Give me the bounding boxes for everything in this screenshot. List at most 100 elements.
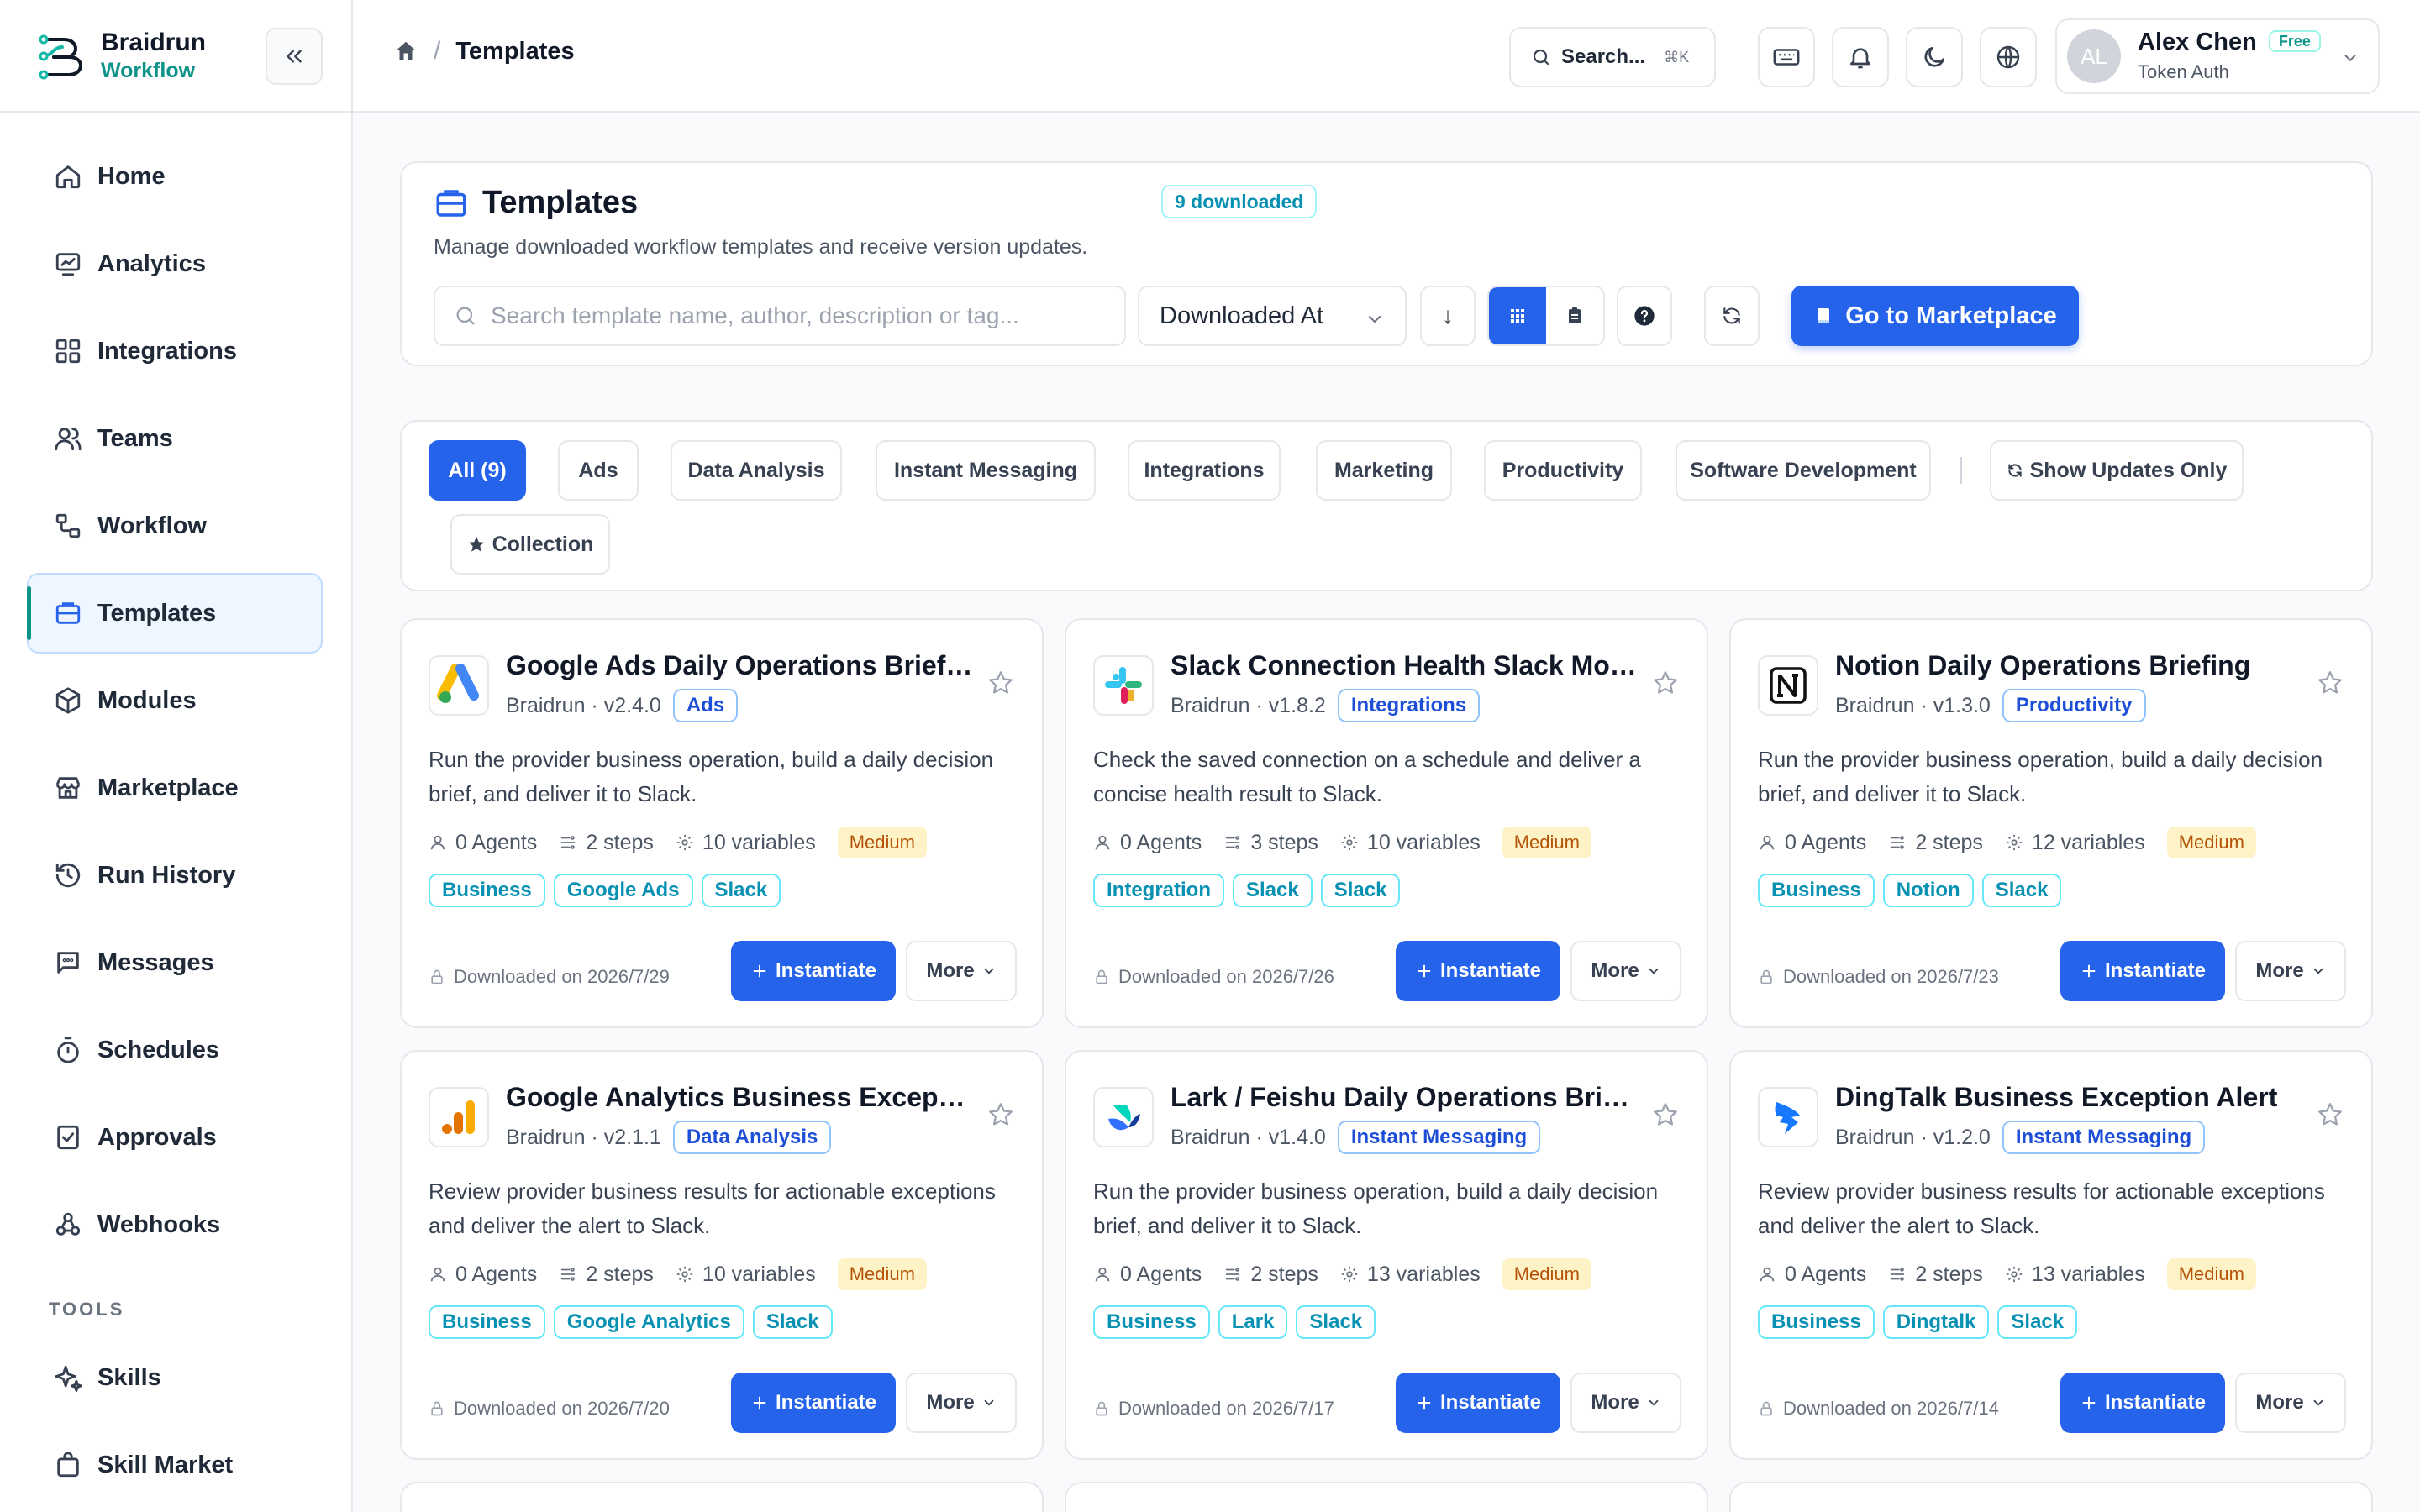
star-icon[interactable] [1651, 1100, 1680, 1129]
star-icon[interactable] [2316, 1100, 2344, 1129]
template-title[interactable]: Google Analytics Business Exception Aler… [506, 1082, 973, 1113]
plan-badge: Free [2268, 29, 2321, 52]
show-updates-only-toggle[interactable]: Show Updates Only [1990, 440, 2244, 501]
sort-direction-button[interactable]: ↓ [1420, 286, 1476, 346]
notifications-button[interactable] [1832, 27, 1889, 87]
template-card[interactable]: Google Ads Daily Operations Briefing Bra… [400, 618, 1044, 1028]
theme-toggle-button[interactable] [1906, 27, 1963, 87]
sidebar-item-home[interactable]: Home [27, 136, 323, 217]
steps-count: 2 steps [1250, 1262, 1318, 1286]
sidebar-item-integrations[interactable]: Integrations [27, 311, 323, 391]
global-search-button[interactable]: Search... ⌘K [1509, 27, 1716, 87]
instantiate-button[interactable]: Instantiate [1396, 1373, 1560, 1433]
collapse-sidebar-button[interactable] [266, 28, 323, 85]
sidebar-item-templates[interactable]: Templates [27, 573, 323, 654]
list-view-button[interactable] [1546, 287, 1603, 344]
keyboard-shortcuts-button[interactable] [1758, 27, 1815, 87]
moon-icon [1924, 47, 1944, 67]
template-tag: Integration [1093, 874, 1224, 907]
go-to-marketplace-button[interactable]: Go to Marketplace [1791, 286, 2079, 346]
instantiate-button[interactable]: Instantiate [1396, 941, 1560, 1001]
template-title[interactable]: DingTalk Business Exception Alert [1835, 1082, 2302, 1113]
template-card-partial[interactable] [1065, 1482, 1708, 1512]
template-card[interactable]: DingTalk Business Exception Alert Braidr… [1729, 1050, 2373, 1460]
more-button[interactable]: More [906, 1373, 1017, 1433]
template-version: v1.2.0 [1933, 1125, 1991, 1149]
collection-toggle[interactable]: Collection [450, 514, 610, 575]
sidebar-item-schedules[interactable]: Schedules [27, 1010, 323, 1090]
filter-chip-marketing[interactable]: Marketing [1316, 440, 1452, 501]
star-icon[interactable] [986, 669, 1015, 697]
more-button[interactable]: More [1570, 941, 1681, 1001]
dingtalk-logo-icon [1775, 1102, 1800, 1134]
sidebar-item-webhooks[interactable]: Webhooks [27, 1184, 323, 1265]
language-button[interactable] [1980, 27, 2037, 87]
instantiate-label: Instantiate [1439, 1391, 1542, 1414]
filter-chip-productivity[interactable]: Productivity [1484, 440, 1642, 501]
sidebar-item-analytics[interactable]: Analytics [27, 223, 323, 304]
filter-chip-software-development[interactable]: Software Development [1676, 440, 1931, 501]
more-button[interactable]: More [1570, 1373, 1681, 1433]
brand-name: Braidrun [101, 28, 207, 56]
template-card[interactable]: Google Analytics Business Exception Aler… [400, 1050, 1044, 1460]
filter-chip-ads[interactable]: Ads [558, 440, 639, 501]
help-button[interactable] [1617, 286, 1672, 346]
variables-count: 13 variables [2031, 1262, 2145, 1286]
template-title[interactable]: Notion Daily Operations Briefing [1835, 650, 2302, 681]
template-search-field[interactable] [434, 286, 1126, 346]
filter-chip-integrations[interactable]: Integrations [1128, 440, 1281, 501]
sidebar-item-run-history[interactable]: Run History [27, 835, 323, 916]
filter-chip-all[interactable]: All (9) [429, 440, 526, 501]
star-icon[interactable] [986, 1100, 1015, 1129]
template-title[interactable]: Slack Connection Health Slack Monitor [1171, 650, 1638, 681]
sidebar-item-skill-market[interactable]: Skill Market [27, 1425, 323, 1505]
template-tag: Notion [1882, 874, 1974, 907]
template-tag: Slack [752, 1305, 833, 1339]
template-card[interactable]: Lark / Feishu Daily Operations Briefing … [1065, 1050, 1708, 1460]
sidebar-item-modules[interactable]: Modules [27, 660, 323, 741]
template-search-input[interactable] [491, 302, 1096, 329]
template-card-partial[interactable] [1729, 1482, 2373, 1512]
sidebar-item-marketplace[interactable]: Marketplace [27, 748, 323, 828]
sidebar-item-workflow[interactable]: Workflow [27, 486, 323, 566]
template-card[interactable]: Slack Connection Health Slack Monitor Br… [1065, 618, 1708, 1028]
sidebar-item-approvals[interactable]: Approvals [27, 1097, 323, 1178]
instantiate-button[interactable]: Instantiate [731, 1373, 896, 1433]
sidebar-item-skills[interactable]: Skills [27, 1337, 323, 1418]
refresh-button[interactable] [1704, 286, 1760, 346]
template-author: Braidrun [1835, 693, 1915, 717]
star-icon[interactable] [1651, 669, 1680, 697]
template-title[interactable]: Lark / Feishu Daily Operations Briefing [1171, 1082, 1638, 1113]
more-button[interactable]: More [2235, 1373, 2346, 1433]
instantiate-button[interactable]: Instantiate [731, 941, 896, 1001]
template-card-partial[interactable] [400, 1482, 1044, 1512]
user-icon [1760, 1267, 1775, 1282]
sidebar-item-label: Home [97, 162, 166, 190]
instantiate-button[interactable]: Instantiate [2060, 1373, 2225, 1433]
home-icon[interactable] [393, 39, 418, 64]
filter-chip-data-analysis[interactable]: Data Analysis [671, 440, 842, 501]
variables-count: 12 variables [2031, 830, 2145, 854]
brand[interactable]: Braidrun Workflow [0, 0, 351, 113]
variables-count: 13 variables [1366, 1262, 1481, 1286]
template-card[interactable]: Notion Daily Operations Briefing Braidru… [1729, 618, 2373, 1028]
more-button[interactable]: More [906, 941, 1017, 1001]
sidebar-item-label: Marketplace [97, 774, 239, 801]
filter-chip-instant-messaging[interactable]: Instant Messaging [876, 440, 1096, 501]
more-button[interactable]: More [2235, 941, 2346, 1001]
grid-view-button[interactable] [1489, 287, 1546, 344]
gear-icon [676, 1266, 693, 1283]
template-title[interactable]: Google Ads Daily Operations Briefing [506, 650, 973, 681]
star-icon[interactable] [2316, 669, 2344, 697]
user-menu[interactable]: AL Alex Chen Free Token Auth [2055, 18, 2380, 94]
downloaded-date: Downloaded on 2026/7/17 [1118, 1398, 1334, 1419]
sidebar-item-teams[interactable]: Teams [27, 398, 323, 479]
instantiate-button[interactable]: Instantiate [2060, 941, 2225, 1001]
template-version: v2.4.0 [603, 693, 661, 717]
home-icon [55, 165, 81, 189]
difficulty-badge: Medium [1502, 1258, 1591, 1290]
sort-select[interactable]: Downloaded At [1138, 286, 1407, 346]
sparkle-icon [55, 1365, 82, 1392]
collection-label: Collection [492, 532, 594, 556]
sidebar-item-messages[interactable]: Messages [27, 922, 323, 1003]
